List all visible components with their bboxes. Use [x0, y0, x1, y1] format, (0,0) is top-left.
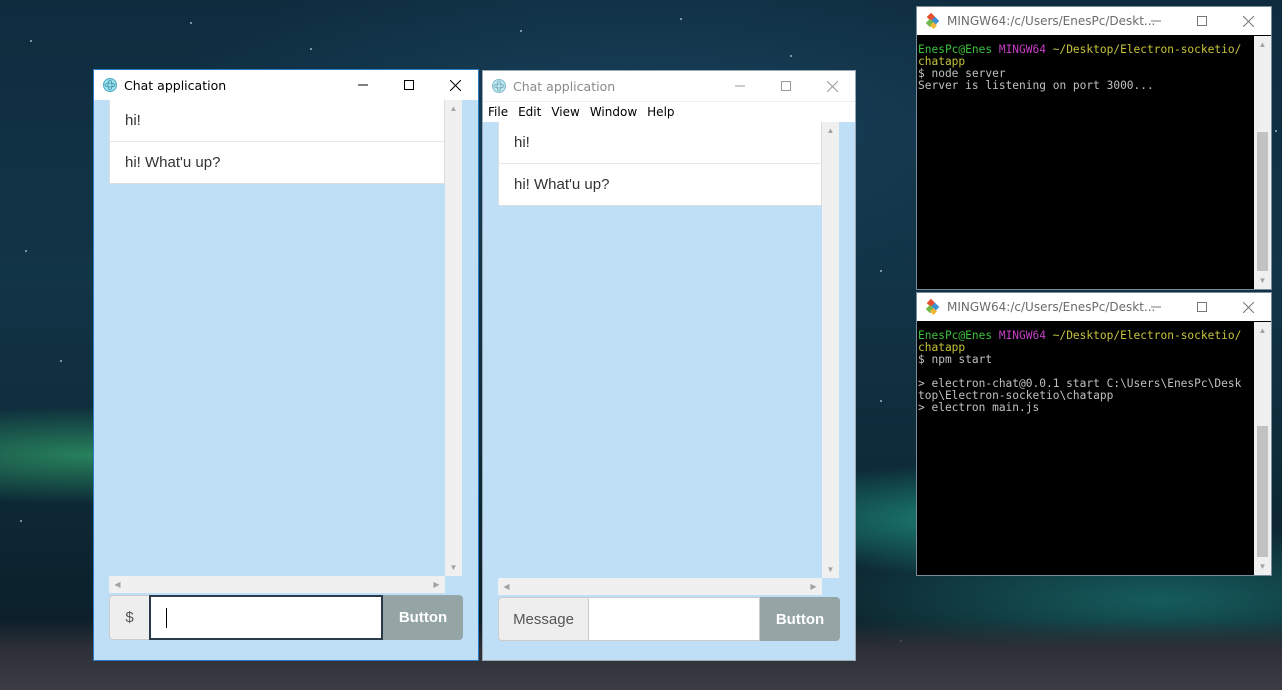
menu-bar: File Edit View Window Help — [483, 101, 855, 122]
input-addon: $ — [109, 595, 149, 640]
window-title: MINGW64:/c/Users/EnesPc/Deskt... — [947, 14, 1156, 28]
scrollbar-thumb[interactable] — [1257, 132, 1268, 271]
scroll-down-arrow-icon[interactable]: ▼ — [822, 561, 839, 578]
client-area: hi! hi! What'u up? ▲ ▼ ◀ ▶ Message Butto… — [483, 122, 855, 660]
terminal-text: MINGW64 — [998, 329, 1053, 342]
close-button[interactable] — [809, 71, 855, 101]
input-addon: Message — [498, 597, 588, 641]
maximize-button[interactable] — [1179, 7, 1225, 35]
chat-window-2: Chat application File Edit View Window H… — [482, 70, 856, 661]
scroll-left-arrow-icon[interactable]: ◀ — [498, 578, 515, 595]
message-item: hi! — [125, 112, 141, 129]
terminal-text: > electron main.js — [918, 401, 1040, 414]
scroll-up-arrow-icon[interactable]: ▲ — [1254, 36, 1271, 53]
text-caret — [166, 608, 167, 628]
menu-edit[interactable]: Edit — [513, 105, 546, 119]
message-list: hi! hi! What'u up? — [498, 122, 822, 206]
vertical-scrollbar[interactable]: ▲ ▼ — [1254, 36, 1271, 289]
window-title: Chat application — [124, 77, 227, 93]
terminal-line: EnesPc@Enes MINGW64 ~/Desktop/Electron-s… — [918, 330, 1254, 342]
maximize-button[interactable] — [386, 70, 432, 100]
horizontal-scrollbar[interactable]: ◀ ▶ — [498, 578, 822, 595]
terminal-line: $ npm start — [918, 354, 1254, 366]
scroll-right-arrow-icon[interactable]: ▶ — [805, 578, 822, 595]
scroll-left-arrow-icon[interactable]: ◀ — [109, 576, 126, 593]
scrollbar-thumb[interactable] — [1257, 426, 1268, 557]
terminal-window-1: MINGW64:/c/Users/EnesPc/Deskt... EnesPc@… — [916, 6, 1272, 290]
message-input-group: Message Button — [498, 597, 840, 641]
minimize-button[interactable] — [340, 70, 386, 100]
git-bash-icon — [925, 299, 940, 315]
vertical-scrollbar[interactable]: ▲ ▼ — [822, 122, 839, 578]
menu-file[interactable]: File — [483, 105, 513, 119]
menu-window[interactable]: Window — [585, 105, 642, 119]
scroll-right-arrow-icon[interactable]: ▶ — [428, 576, 445, 593]
title-bar[interactable]: MINGW64:/c/Users/EnesPc/Deskt... — [917, 293, 1271, 321]
message-list-area: hi! hi! What'u up? — [498, 122, 822, 206]
scroll-down-arrow-icon[interactable]: ▼ — [1254, 272, 1271, 289]
minimize-icon — [1151, 20, 1161, 22]
close-button[interactable] — [1225, 7, 1271, 35]
title-bar[interactable]: MINGW64:/c/Users/EnesPc/Deskt... — [917, 7, 1271, 35]
horizontal-scrollbar[interactable]: ◀ ▶ — [109, 576, 445, 593]
terminal-output[interactable]: EnesPc@Enes MINGW64 ~/Desktop/Electron-s… — [917, 322, 1254, 575]
window-title: Chat application — [513, 78, 616, 94]
minimize-button[interactable] — [1133, 7, 1179, 35]
minimize-button[interactable] — [717, 71, 763, 101]
terminal-text: $ npm start — [918, 353, 993, 366]
client-area: hi! hi! What'u up? ▲ ▼ ◀ ▶ $ Button — [94, 100, 478, 660]
maximize-button[interactable] — [763, 71, 809, 101]
maximize-icon — [781, 81, 791, 91]
terminal-line: Server is listening on port 3000... — [918, 80, 1254, 92]
window-title: MINGW64:/c/Users/EnesPc/Deskt... — [947, 300, 1156, 314]
terminal-text: ~/Desktop/Electron-socketio/ — [1052, 43, 1242, 56]
send-button[interactable]: Button — [760, 597, 840, 641]
message-input[interactable] — [149, 595, 383, 640]
terminal-text: ~/Desktop/Electron-socketio/ — [1052, 329, 1242, 342]
terminal-text: MINGW64 — [998, 43, 1053, 56]
scroll-down-arrow-icon[interactable]: ▼ — [1254, 558, 1271, 575]
send-button[interactable]: Button — [383, 595, 463, 640]
message-item: hi! What'u up? — [499, 163, 821, 205]
scroll-up-arrow-icon[interactable]: ▲ — [445, 100, 462, 117]
close-button[interactable] — [432, 70, 478, 100]
scroll-up-arrow-icon[interactable]: ▲ — [1254, 322, 1271, 339]
terminal-line: > electron main.js — [918, 402, 1254, 414]
title-bar[interactable]: Chat application — [94, 70, 478, 100]
electron-app-icon — [103, 78, 117, 92]
close-button[interactable] — [1225, 293, 1271, 321]
chat-window-1: Chat application hi! hi! What'u up? ▲ ▼ … — [93, 69, 479, 661]
terminal-text: Server is listening on port 3000... — [918, 79, 1154, 92]
maximize-icon — [1197, 302, 1207, 312]
scroll-up-arrow-icon[interactable]: ▲ — [822, 122, 839, 139]
terminal-line: EnesPc@Enes MINGW64 ~/Desktop/Electron-s… — [918, 44, 1254, 56]
message-list-area: hi! hi! What'u up? — [109, 100, 445, 184]
close-icon — [449, 79, 461, 91]
close-icon — [1242, 301, 1254, 313]
maximize-icon — [404, 80, 414, 90]
message-item: hi! — [514, 134, 530, 151]
menu-help[interactable]: Help — [642, 105, 679, 119]
close-icon — [826, 80, 838, 92]
vertical-scrollbar[interactable]: ▲ ▼ — [1254, 322, 1271, 575]
message-input-group: $ Button — [109, 595, 463, 640]
message-input[interactable] — [588, 597, 760, 641]
minimize-icon — [1151, 306, 1161, 308]
scroll-down-arrow-icon[interactable]: ▼ — [445, 559, 462, 576]
minimize-button[interactable] — [1133, 293, 1179, 321]
minimize-icon — [358, 84, 368, 86]
menu-view[interactable]: View — [546, 105, 584, 119]
message-list: hi! hi! What'u up? — [109, 100, 445, 184]
close-icon — [1242, 15, 1254, 27]
maximize-button[interactable] — [1179, 293, 1225, 321]
vertical-scrollbar[interactable]: ▲ ▼ — [445, 100, 462, 576]
minimize-icon — [735, 85, 745, 87]
terminal-output[interactable]: EnesPc@Enes MINGW64 ~/Desktop/Electron-s… — [917, 36, 1254, 289]
maximize-icon — [1197, 16, 1207, 26]
message-item: hi! What'u up? — [110, 141, 444, 183]
terminal-window-2: MINGW64:/c/Users/EnesPc/Deskt... EnesPc@… — [916, 292, 1272, 576]
git-bash-icon — [925, 13, 940, 29]
title-bar[interactable]: Chat application — [483, 71, 855, 101]
electron-app-icon — [492, 79, 506, 93]
